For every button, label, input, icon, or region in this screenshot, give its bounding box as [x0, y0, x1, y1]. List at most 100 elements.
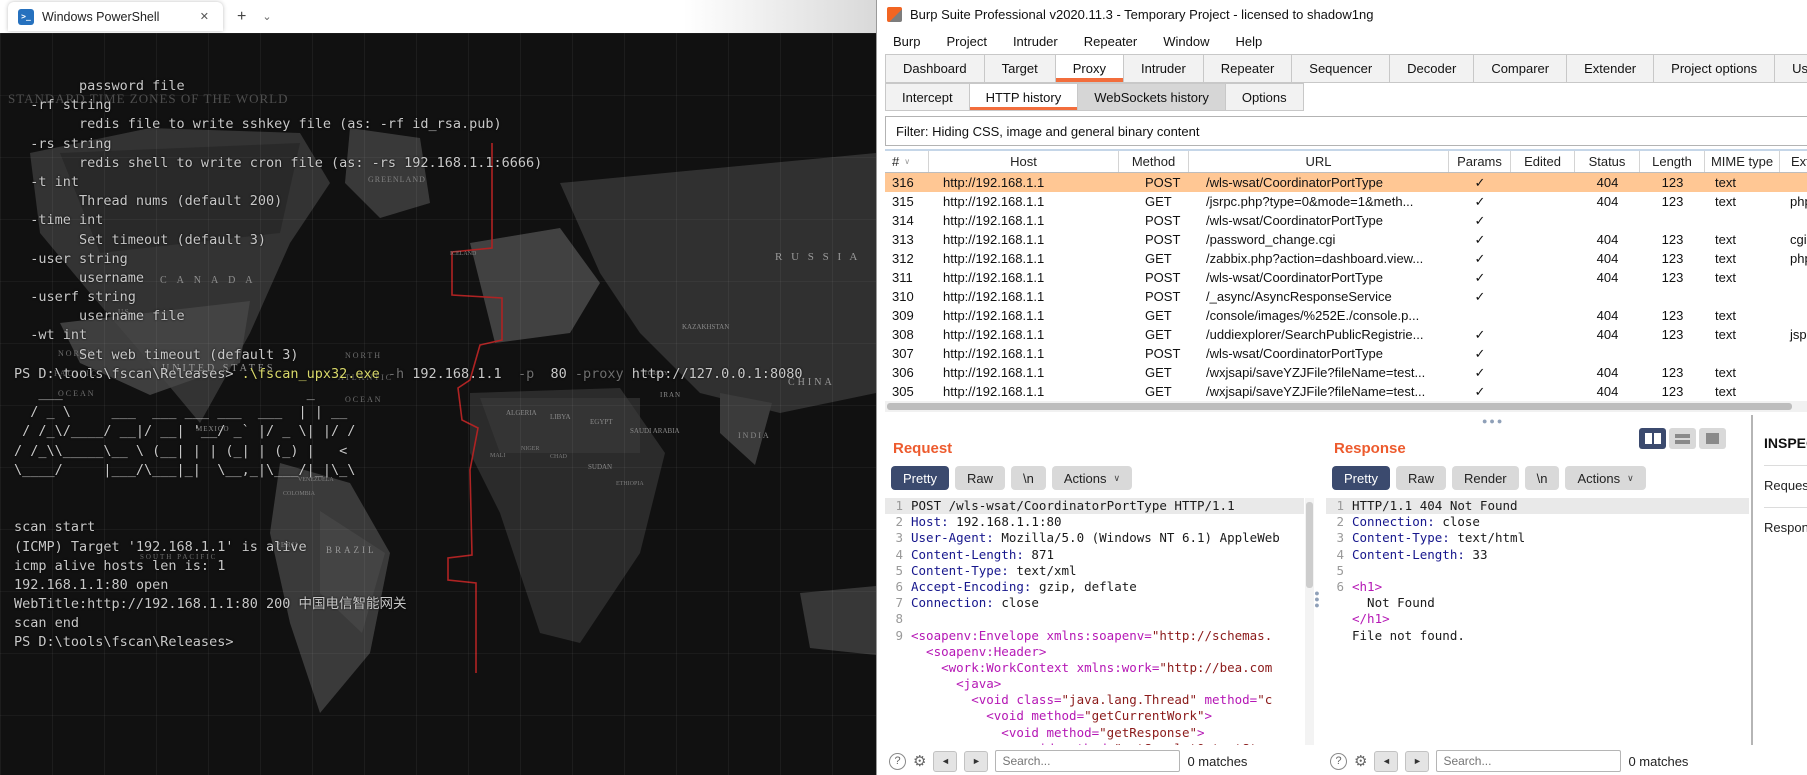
column-header-status[interactable]: Status [1575, 151, 1640, 172]
table-cell: POST [1145, 270, 1181, 285]
table-cell: GET [1145, 384, 1172, 399]
layout-single-button[interactable] [1699, 428, 1726, 449]
gear-icon[interactable]: ⚙ [913, 752, 926, 770]
next-match-button[interactable]: ► [964, 750, 989, 772]
table-cell [1640, 287, 1705, 306]
help-icon[interactable]: ? [889, 752, 906, 770]
table-row[interactable]: 311 http://192.168.1.1 POST/wls-wsat/Coord… [885, 268, 1807, 287]
inspector-section-request-headers[interactable]: Request Headers [1764, 465, 1807, 493]
inspector-section-response-headers[interactable]: Response Headers [1764, 507, 1807, 535]
table-row[interactable]: 313 http://192.168.1.1 POST/password_chang… [885, 230, 1807, 249]
prev-match-button[interactable]: ◄ [1374, 750, 1399, 772]
column-header-url[interactable]: URL [1189, 151, 1449, 172]
table-row[interactable]: 308 http://192.168.1.1 GET/uddiexplorer/Se… [885, 325, 1807, 344]
raw-button[interactable]: Raw [954, 466, 1005, 490]
raw-button[interactable]: Raw [1395, 466, 1446, 490]
response-bottom-bar: ? ⚙ ◄ ► 0 matches [1330, 747, 1750, 775]
response-search-input[interactable] [1436, 750, 1622, 772]
response-editor[interactable]: 1 HTTP/1.1 404 Not Found 2 Connection: clos… [1326, 498, 1749, 745]
newline-button[interactable]: \n [1010, 466, 1046, 490]
actions-button[interactable]: Actions ∨ [1565, 466, 1646, 490]
table-cell: /wls-wsat/CoordinatorPortType [1206, 346, 1384, 361]
table-row[interactable]: 306 http://192.168.1.1 GET/wxjsapi/saveYZJ… [885, 363, 1807, 382]
table-row[interactable]: 314 http://192.168.1.1 POST/wls-wsat/Coord… [885, 211, 1807, 230]
help-icon[interactable]: ? [1330, 752, 1347, 770]
code-line: 2 Host: 192.168.1.1:80 [895, 514, 1062, 530]
table-cell: http://192.168.1.1 [943, 251, 1045, 266]
table-cell: GET [1145, 194, 1172, 209]
table-row[interactable]: 316 http://192.168.1.1 POST/wls-wsat/Coord… [885, 173, 1807, 192]
table-row[interactable]: 305 http://192.168.1.1 GET/wxjsapi/saveYZJ… [885, 382, 1807, 401]
tab-user-options[interactable]: User options [1775, 54, 1807, 83]
code-line: 3 User-Agent: Mozilla/5.0 (Windows NT 6.1… [895, 530, 1280, 546]
tab-decoder[interactable]: Decoder [1390, 54, 1475, 83]
table-cell: text [1715, 194, 1736, 209]
subtab-intercept[interactable]: Intercept [885, 83, 970, 111]
tab-project-options[interactable]: Project options [1654, 54, 1776, 83]
actions-button[interactable]: Actions ∨ [1051, 466, 1133, 490]
next-match-button[interactable]: ► [1405, 750, 1430, 772]
layout-columns-button[interactable] [1639, 428, 1666, 449]
table-row[interactable]: 315 http://192.168.1.1 GET/jsrpc.php?type=… [885, 192, 1807, 211]
subtab-websockets-history[interactable]: WebSockets history [1078, 83, 1226, 111]
table-cell: http://192.168.1.1 [943, 327, 1045, 342]
layout-rows-button[interactable] [1669, 428, 1696, 449]
tab-extender[interactable]: Extender [1567, 54, 1655, 83]
powershell-icon: >_ [18, 8, 34, 25]
tab-dashboard[interactable]: Dashboard [885, 54, 985, 83]
tab-sequencer[interactable]: Sequencer [1292, 54, 1391, 83]
column-header-length[interactable]: Length [1640, 151, 1705, 172]
prev-match-button[interactable]: ◄ [933, 750, 958, 772]
table-cell: 314 [892, 213, 914, 228]
newline-button[interactable]: \n [1524, 466, 1560, 490]
table-cell: http://192.168.1.1 [943, 232, 1045, 247]
pretty-button[interactable]: Pretty [891, 466, 949, 490]
table-cell: /zabbix.php?action=dashboard.view... [1206, 251, 1424, 266]
gear-icon[interactable]: ⚙ [1354, 752, 1367, 770]
code-line: 9 <soapenv:Envelope xmlns:soapenv= "http:/… [895, 627, 1273, 643]
menu-intruder[interactable]: Intruder [1013, 34, 1058, 49]
tab-dropdown-icon[interactable]: ⌄ [262, 10, 271, 23]
subtab-http-history[interactable]: HTTP history [969, 83, 1079, 111]
menu-window[interactable]: Window [1163, 34, 1209, 49]
menu-burp[interactable]: Burp [893, 34, 920, 49]
filter-bar[interactable]: Filter: Hiding CSS, image and general bi… [885, 116, 1807, 146]
column-header-extension[interactable]: Extension [1780, 151, 1807, 172]
table-cell: GET [1145, 365, 1172, 380]
menu-project[interactable]: Project [946, 34, 986, 49]
tab-close-icon[interactable]: ✕ [196, 8, 213, 25]
request-scrollbar[interactable] [1305, 498, 1314, 745]
new-tab-button[interactable]: + [237, 8, 246, 26]
column-header-mime-type[interactable]: MIME type [1705, 151, 1780, 172]
column-header-method[interactable]: Method [1119, 151, 1189, 172]
table-row[interactable]: 310 http://192.168.1.1 POST /_async/AsyncRe… [885, 287, 1807, 306]
menu-help[interactable]: Help [1235, 34, 1262, 49]
table-cell: 123 [1661, 232, 1684, 247]
code-line: <work:WorkContext xmlns:work= "http://bea… [911, 659, 1273, 675]
column-header--[interactable]: # ∨ [885, 151, 929, 172]
table-row[interactable]: 309 http://192.168.1.1 GET/console/images/… [885, 306, 1807, 325]
tab-repeater[interactable]: Repeater [1203, 54, 1293, 83]
terminal-tab[interactable]: >_ Windows PowerShell ✕ [8, 2, 223, 31]
tab-target[interactable]: Target [984, 54, 1056, 83]
screen: >_ Windows PowerShell ✕ + ⌄ STANDARD TIM… [0, 0, 1807, 775]
menu-repeater[interactable]: Repeater [1084, 34, 1137, 49]
tab-comparer[interactable]: Comparer [1474, 54, 1568, 83]
table-horizontal-scrollbar[interactable] [885, 401, 1807, 412]
vertical-splitter-handle[interactable]: ● ● ● [1314, 589, 1320, 610]
table-row[interactable]: 312 http://192.168.1.1 GET/zabbix.php?acti… [885, 249, 1807, 268]
column-header-edited[interactable]: Edited [1511, 151, 1575, 172]
sort-chevron-icon: ∨ [904, 157, 911, 166]
tab-proxy[interactable]: Proxy [1055, 54, 1124, 83]
splitter-handle[interactable]: ●●● [1482, 416, 1504, 426]
request-search-input[interactable] [995, 750, 1181, 772]
render-button[interactable]: Render [1451, 466, 1519, 490]
column-header-host[interactable]: Host [929, 151, 1119, 172]
request-editor[interactable]: 1 POST /wls-wsat/CoordinatorPortType HTTP… [885, 498, 1304, 745]
pretty-button[interactable]: Pretty [1332, 466, 1390, 490]
table-row[interactable]: 307 http://192.168.1.1 POST/wls-wsat/Coord… [885, 344, 1807, 363]
table-cell: /_async/AsyncResponseService [1206, 289, 1392, 304]
tab-intruder[interactable]: Intruder [1123, 54, 1204, 83]
subtab-options[interactable]: Options [1225, 83, 1304, 111]
column-header-params[interactable]: Params [1449, 151, 1511, 172]
